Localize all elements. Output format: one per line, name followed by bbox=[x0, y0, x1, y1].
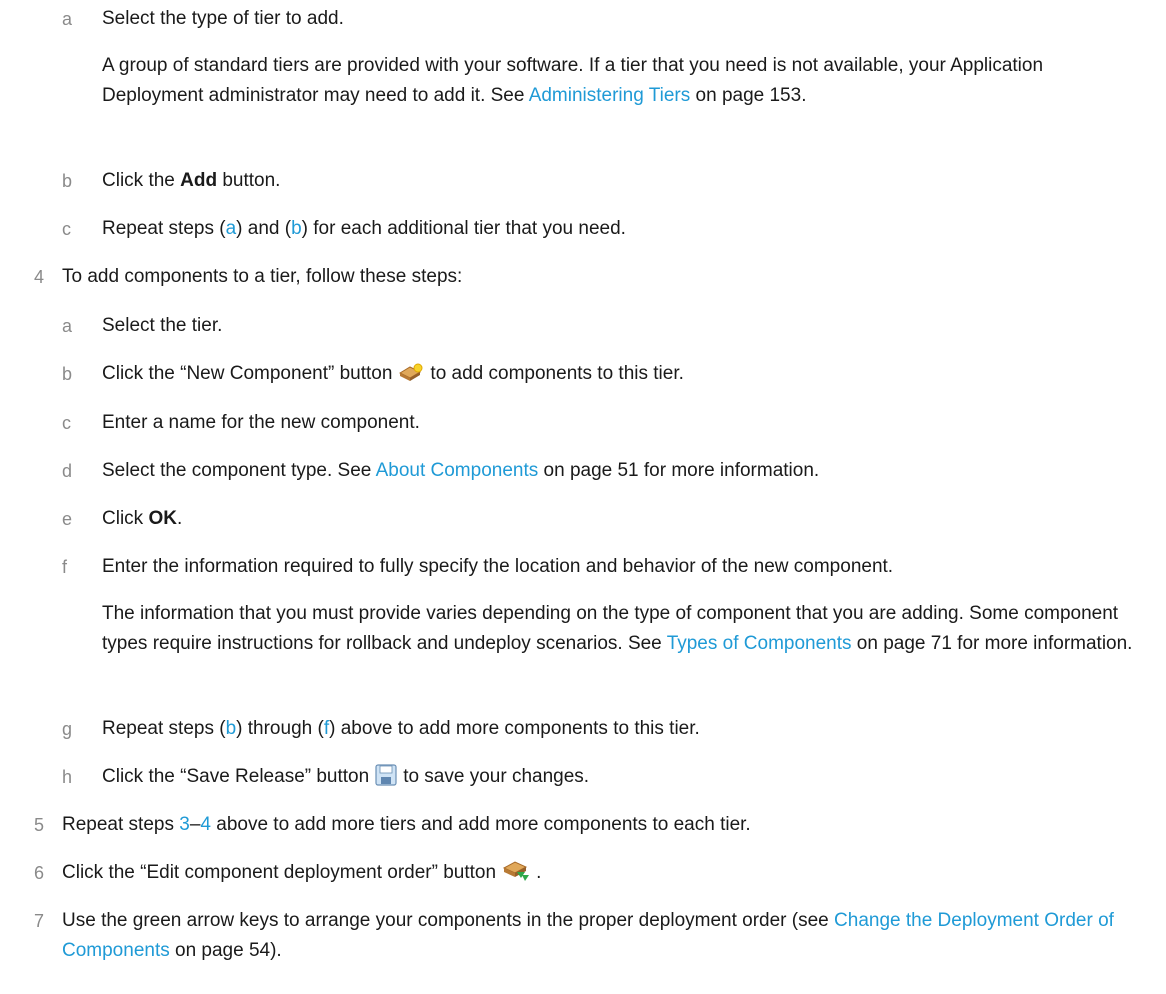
step-text: Select the component type. See About Com… bbox=[102, 460, 820, 481]
step-text: Repeat steps (a) and (b) for each additi… bbox=[102, 218, 626, 239]
link-administering-tiers[interactable]: Administering Tiers bbox=[529, 85, 691, 106]
step-label: e bbox=[62, 509, 73, 529]
step-text: Repeat steps (b) through (f) above to ad… bbox=[102, 718, 700, 739]
step-text: Repeat steps 3–4 above to add more tiers… bbox=[62, 814, 751, 835]
link-step-b[interactable]: b bbox=[226, 718, 237, 739]
step-label: h bbox=[62, 767, 73, 787]
deployment-order-icon bbox=[502, 860, 530, 892]
step-text: Click the “Save Release” button to save … bbox=[102, 762, 1136, 796]
step-label: b bbox=[62, 364, 73, 384]
save-icon bbox=[375, 764, 397, 796]
step-text: Enter a name for the new component. bbox=[102, 412, 420, 433]
step-number: 4 bbox=[34, 267, 45, 287]
note-text: The information that you must provide va… bbox=[102, 603, 1133, 654]
step-text: Select the type of tier to add. bbox=[102, 8, 344, 29]
step-number: 7 bbox=[34, 911, 45, 931]
step-text: Select the tier. bbox=[102, 315, 223, 336]
step-label: f bbox=[62, 557, 68, 577]
step-label: a bbox=[62, 316, 73, 336]
step-label: c bbox=[62, 219, 71, 239]
step-text: To add components to a tier, follow thes… bbox=[62, 266, 463, 287]
link-step-b[interactable]: b bbox=[291, 218, 302, 239]
step-number: 6 bbox=[34, 863, 45, 883]
step-text: Click OK. bbox=[102, 508, 183, 529]
new-component-icon bbox=[398, 363, 424, 393]
link-about-components[interactable]: About Components bbox=[376, 460, 539, 481]
step-label: g bbox=[62, 719, 73, 739]
step-text: Use the green arrow keys to arrange your… bbox=[62, 910, 1114, 961]
link-types-of-components[interactable]: Types of Components bbox=[667, 633, 852, 654]
step-number: 5 bbox=[34, 815, 45, 835]
note-text: A group of standard tiers are provided w… bbox=[102, 55, 1044, 106]
step-label: c bbox=[62, 413, 71, 433]
link-step-3[interactable]: 3 bbox=[179, 814, 190, 835]
link-step-a[interactable]: a bbox=[226, 218, 237, 239]
step-label: a bbox=[62, 9, 73, 29]
step-text: Enter the information required to fully … bbox=[102, 556, 894, 577]
link-step-4[interactable]: 4 bbox=[200, 814, 211, 835]
step-text: Click the Add button. bbox=[102, 170, 281, 191]
step-label: d bbox=[62, 461, 73, 481]
step-text: Click the “New Component” button to add … bbox=[102, 359, 1136, 393]
step-label: b bbox=[62, 171, 73, 191]
step-text: Click the “Edit component deployment ord… bbox=[62, 858, 1136, 892]
document-page: a Select the type of tier to add. A grou… bbox=[0, 0, 1166, 994]
